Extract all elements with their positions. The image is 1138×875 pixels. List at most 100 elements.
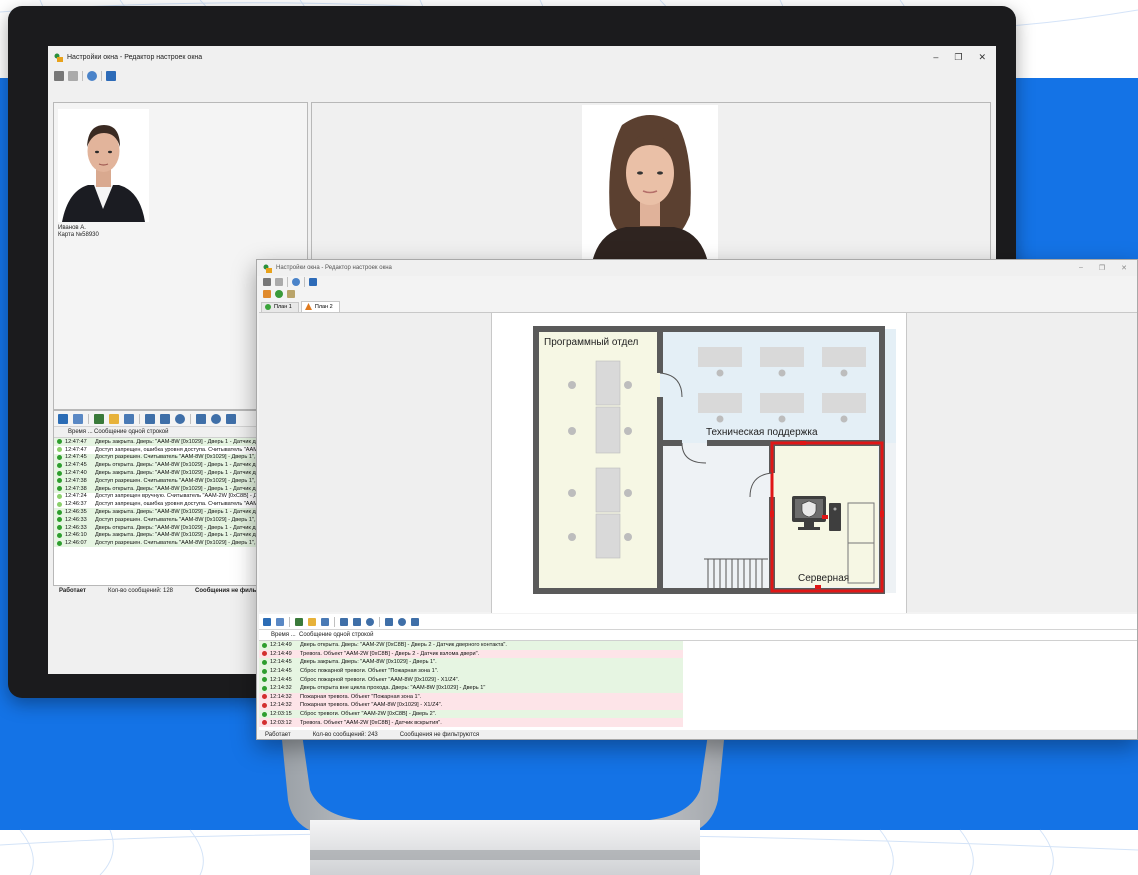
print-icon[interactable] (385, 617, 393, 626)
ok-status-icon (57, 439, 62, 445)
filter-icon[interactable] (263, 617, 271, 626)
log-row-message: Дверь закрыта. Дверь: "AAM-8W [0x1029] -… (95, 470, 262, 477)
log-row[interactable]: 12:14:32 Пожарная тревога. Объект "Пожарн… (259, 692, 683, 702)
column-time[interactable]: Время ... (54, 429, 94, 435)
toolbar-separator (287, 277, 288, 287)
image-icon[interactable] (411, 617, 419, 626)
ok-status-icon (57, 532, 62, 538)
toolbar-separator (334, 616, 335, 627)
status-ok-icon (265, 304, 271, 310)
restore-button[interactable]: ❐ (1099, 264, 1105, 272)
log-row-message: Дверь закрыта. Дверь: "AAM-8W [0x1029] -… (300, 659, 437, 666)
log-row-time: 12:46:33 (65, 524, 87, 531)
close-button[interactable]: ✕ (978, 52, 986, 63)
log-row-time: 12:14:32 (270, 685, 292, 692)
log-row-time: 12:14:45 (270, 668, 292, 675)
plan-toolbar (257, 288, 1137, 300)
monitor-stand (280, 720, 726, 875)
filter-settings-icon[interactable] (295, 617, 303, 626)
gear-icon[interactable] (292, 278, 300, 286)
tab-plan-2-label: План 2 (314, 303, 333, 310)
log-row-message: Доступ разрешен. Считыватель "AAM-8W [0x… (95, 516, 260, 523)
minimize-button[interactable]: – (1079, 264, 1083, 272)
log-row[interactable]: 12:14:32 Дверь открыта вне цикла прохода.… (259, 683, 683, 693)
ok-status-icon (262, 659, 267, 665)
front-log-header: Время ... Сообщение одной строкой (259, 630, 1137, 641)
log-row-time: 12:47:24 (65, 493, 87, 500)
columns-icon[interactable] (145, 413, 155, 424)
save-icon[interactable] (106, 71, 116, 81)
log-row-time: 12:46:37 (65, 501, 87, 508)
zoom-icon[interactable] (398, 617, 406, 626)
text-icon[interactable] (353, 617, 361, 626)
column-time[interactable]: Время ... (259, 632, 299, 638)
toolbar-separator (304, 277, 305, 287)
log-row[interactable]: 12:14:45 Сброс пожарной тревоги. Объект "… (259, 666, 683, 676)
tab-plan-2[interactable]: План 2 (300, 301, 340, 312)
save-icon[interactable] (309, 278, 317, 286)
toolbar-separator (190, 413, 191, 424)
print-icon[interactable] (196, 413, 206, 424)
tab-plan-1[interactable]: План 1 (261, 302, 299, 312)
grid-icon[interactable] (263, 278, 271, 286)
refresh-icon[interactable] (275, 290, 283, 298)
ok-status-icon (57, 540, 62, 546)
layout-icon[interactable] (68, 71, 78, 81)
log-row[interactable]: 12:14:45 Дверь закрыта. Дверь: "AAM-8W [0… (259, 658, 683, 667)
grid-icon[interactable] (54, 71, 64, 81)
log-row[interactable]: 12:14:32 Пожарная тревога. Объект "AAM-8W… (259, 701, 683, 710)
ok-status-icon (262, 685, 267, 691)
log-row[interactable]: 12:14:49 Тревога. Объект "AAM-2W [0xC8B] … (259, 649, 683, 659)
log-row[interactable]: 12:14:49 Дверь открыта. Дверь: "AAM-2W [0… (259, 641, 683, 650)
filter-icon[interactable] (58, 413, 68, 424)
log-row-time: 12:03:12 (270, 719, 292, 726)
text-icon[interactable] (160, 413, 170, 424)
column-message[interactable]: Сообщение одной строкой (299, 632, 374, 638)
ok-status-icon (262, 668, 267, 674)
ok-status-icon (262, 677, 267, 683)
log-row-time: 12:47:45 (65, 462, 87, 469)
alarm-status-icon (262, 651, 267, 657)
chart-icon[interactable] (287, 290, 295, 298)
log-row[interactable]: 12:14:45 Сброс пожарной тревоги. Объект "… (259, 675, 683, 684)
room-support[interactable] (660, 329, 896, 443)
column-message[interactable]: Сообщение одной строкой (94, 429, 169, 435)
ok-status-icon (57, 501, 62, 507)
pause-icon[interactable] (308, 617, 316, 626)
restore-button[interactable]: ❐ (954, 52, 962, 63)
front-window-title: Настройки окна - Редактор настроек окна (276, 265, 392, 271)
back-window-toolbar (48, 68, 996, 84)
calendar-icon[interactable] (276, 617, 284, 626)
pause-icon[interactable] (109, 413, 119, 424)
layout-icon[interactable] (275, 278, 283, 286)
calendar-icon[interactable] (73, 413, 83, 424)
ok-status-icon (57, 478, 62, 484)
lock-icon[interactable] (263, 290, 271, 298)
columns-icon[interactable] (340, 617, 348, 626)
front-window: Настройки окна - Редактор настроек окна … (256, 259, 1138, 740)
ok-status-icon (57, 525, 62, 531)
search-icon[interactable] (366, 617, 374, 626)
export-icon[interactable] (124, 413, 134, 424)
zoom-icon[interactable] (211, 413, 221, 424)
log-row-message: Дверь открыта вне цикла прохода. Дверь: … (300, 685, 486, 692)
log-row-message: Доступ разрешен. Считыватель "AAM-8W [0x… (95, 454, 260, 461)
status-working: Работает (59, 588, 86, 594)
ok-status-icon (57, 454, 62, 460)
log-row-time: 12:14:32 (270, 702, 292, 709)
search-icon[interactable] (175, 413, 185, 424)
log-row-message: Сброс пожарной тревоги. Объект "AAM-8W [… (300, 676, 460, 683)
status-filter: Сообщения не фильтруются (399, 732, 480, 738)
gear-icon[interactable] (87, 71, 97, 81)
log-row-time: 12:14:45 (270, 676, 292, 683)
filter-settings-icon[interactable] (94, 413, 104, 424)
close-button[interactable]: ✕ (1121, 264, 1127, 272)
log-row[interactable]: 12:03:15 Сброс тревоги. Объект "AAM-2W [0… (259, 709, 683, 719)
export-icon[interactable] (321, 617, 329, 626)
log-row[interactable]: 12:03:12 Тревога. Объект "AAM-2W [0xC8B] … (259, 718, 683, 727)
minimize-button[interactable]: – (933, 52, 938, 63)
front-log-rows: 12:14:49 Дверь открыта. Дверь: "AAM-2W [0… (259, 641, 683, 727)
image-icon[interactable] (226, 413, 236, 424)
log-row-time: 12:14:49 (270, 642, 292, 649)
alarm-status-icon (262, 694, 267, 700)
